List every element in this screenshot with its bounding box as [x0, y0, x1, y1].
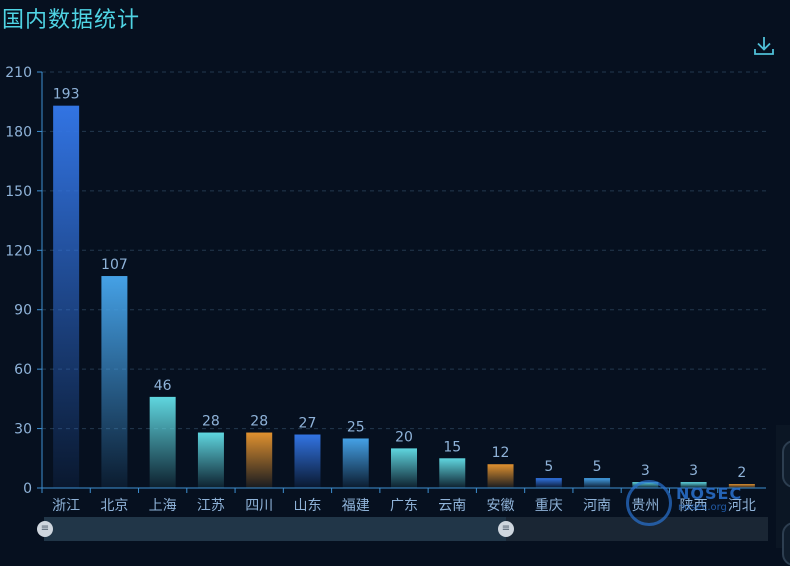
x-tick-label: 安徽	[487, 498, 515, 514]
data-zoom-selection[interactable]	[44, 517, 506, 541]
y-tick-label: 180	[5, 124, 32, 140]
y-tick-label: 90	[14, 303, 32, 319]
value-label: 193	[53, 87, 80, 103]
x-tick-label: 江苏	[197, 498, 225, 514]
x-tick-label: 云南	[438, 498, 466, 514]
value-label: 28	[250, 414, 268, 430]
value-label: 15	[443, 439, 461, 455]
bar-安徽[interactable]	[487, 464, 514, 488]
bar-浙江[interactable]	[53, 105, 80, 488]
x-tick-label: 山东	[293, 498, 321, 514]
side-toggle-lower[interactable]	[782, 522, 790, 566]
value-label: 5	[593, 459, 602, 475]
watermark-logo	[626, 480, 672, 526]
bar-四川[interactable]	[246, 432, 273, 488]
zoom-start-handle[interactable]: ≡	[37, 521, 53, 537]
y-tick-label: 120	[5, 243, 32, 259]
bar-chart: 0306090120150180210 1931074628 28 27 252015…	[5, 65, 766, 514]
bar-江苏[interactable]	[197, 432, 224, 488]
value-label: 3	[641, 463, 650, 479]
value-label: 20	[395, 429, 413, 445]
y-tick-label: 30	[14, 422, 32, 438]
value-label: 3	[689, 463, 698, 479]
bar-云南[interactable]	[439, 458, 466, 488]
y-tick-label: 0	[23, 481, 32, 497]
value-label: 28	[202, 414, 220, 430]
x-tick-label: 广东	[390, 498, 418, 514]
x-tick-label: 上海	[149, 498, 177, 514]
x-tick-label: 浙江	[52, 498, 80, 514]
x-tick-label: 北京	[100, 498, 128, 514]
y-tick-label: 150	[5, 184, 32, 200]
value-label: 107	[101, 257, 128, 273]
y-tick-label: 60	[14, 362, 32, 378]
x-tick-label: 四川	[245, 498, 273, 514]
value-label: 25	[347, 419, 365, 435]
watermark-brand: NOSEC	[676, 484, 743, 503]
x-tick-label: 河南	[583, 498, 611, 514]
side-toggle-upper[interactable]	[782, 440, 790, 488]
value-label: 5	[544, 459, 553, 475]
bar-山东[interactable]	[294, 434, 321, 488]
bar-河南[interactable]	[584, 478, 611, 488]
value-label: 2	[737, 465, 746, 481]
y-tick-label: 210	[5, 65, 32, 81]
bar-北京[interactable]	[101, 276, 128, 488]
x-tick-label: 重庆	[535, 498, 563, 514]
watermark-sub: nosec.org	[678, 502, 727, 513]
x-tick-label: 福建	[342, 498, 370, 514]
bar-广东[interactable]	[391, 448, 417, 488]
bar-重庆[interactable]	[535, 478, 562, 488]
value-label: 27	[299, 416, 317, 432]
value-label: 46	[154, 378, 172, 394]
value-label: 12	[492, 445, 510, 461]
bar-上海[interactable]	[149, 396, 176, 488]
bar-福建[interactable]	[342, 438, 369, 488]
zoom-end-handle[interactable]: ≡	[498, 521, 514, 537]
